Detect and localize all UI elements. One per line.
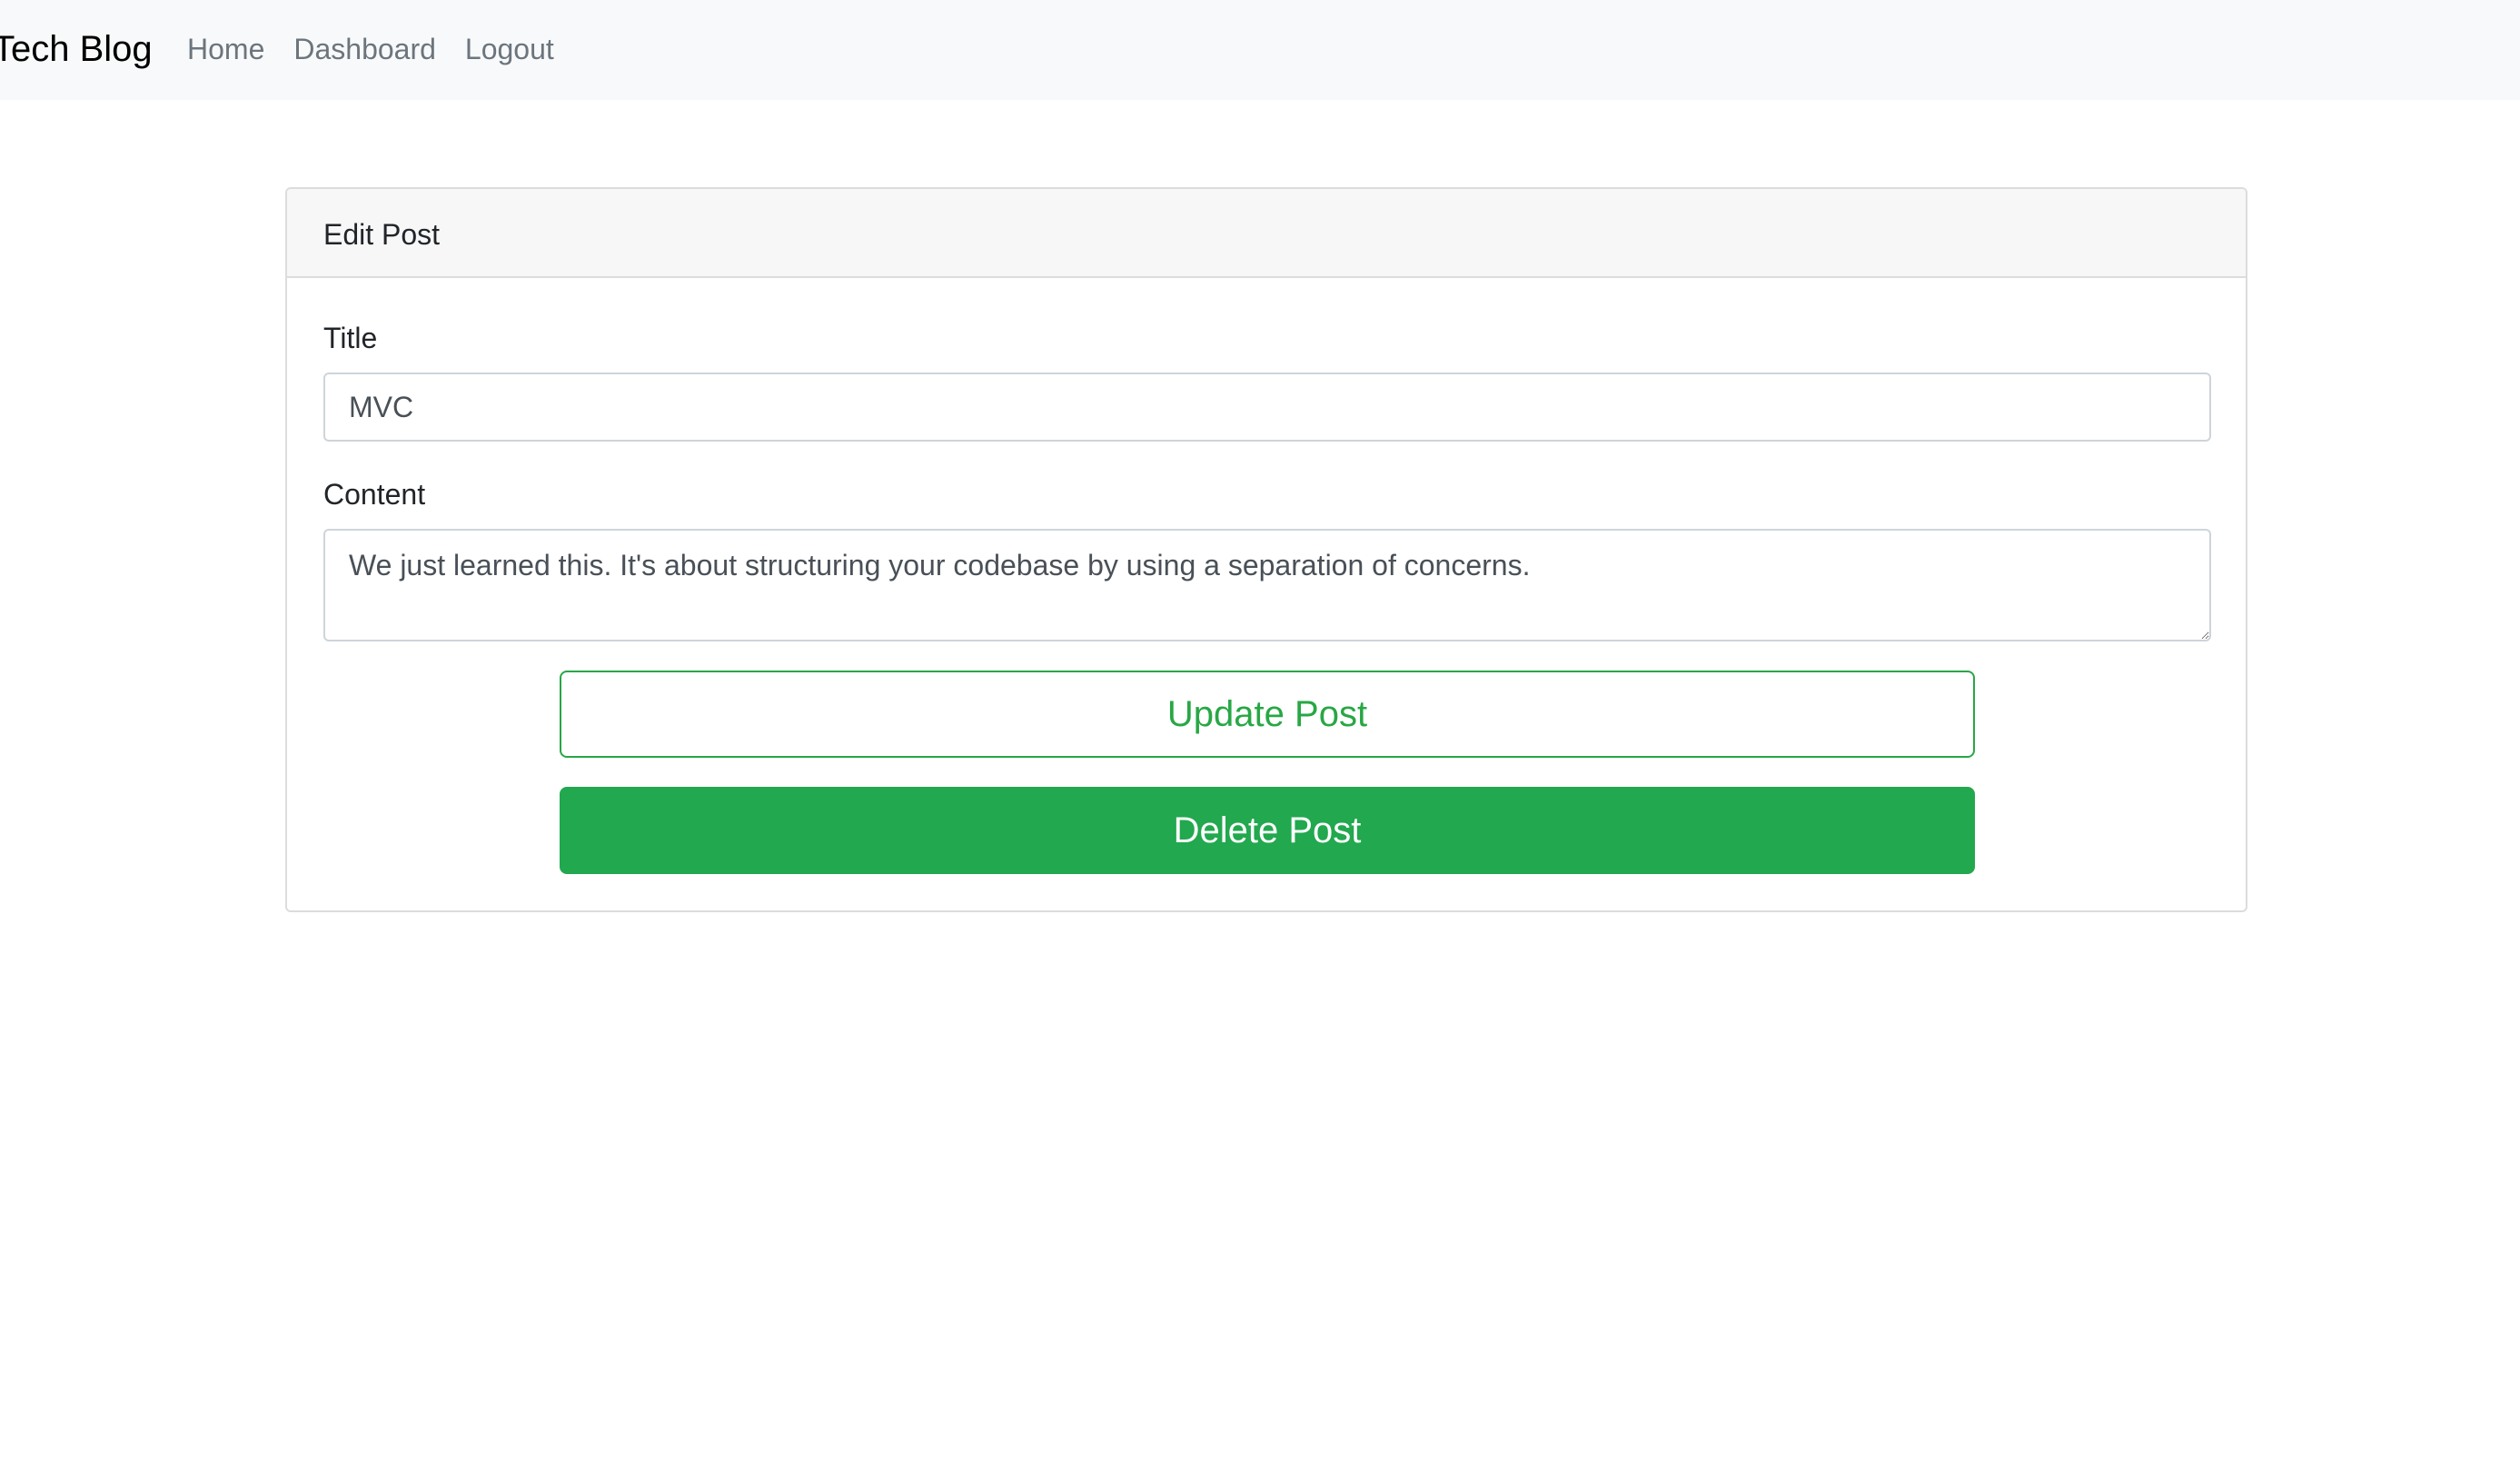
edit-post-card: Edit Post Title Content We just learned … (285, 187, 2247, 912)
nav-link-home[interactable]: Home (187, 29, 264, 69)
card-header: Edit Post (287, 189, 2246, 278)
delete-post-button[interactable]: Delete Post (560, 787, 1975, 874)
title-label: Title (323, 322, 378, 354)
nav-link-dashboard[interactable]: Dashboard (293, 29, 436, 69)
nav-link-logout[interactable]: Logout (465, 29, 554, 69)
update-post-button[interactable]: Update Post (560, 671, 1975, 758)
content-textarea[interactable]: We just learned this. It's about structu… (323, 529, 2211, 641)
content-label: Content (323, 478, 426, 511)
navbar: Tech Blog Home Dashboard Logout (0, 0, 2520, 100)
nav-links: Home Dashboard Logout (187, 29, 554, 69)
title-input[interactable] (323, 373, 2211, 442)
card-header-title: Edit Post (323, 218, 441, 251)
brand-link[interactable]: Tech Blog (0, 24, 153, 75)
